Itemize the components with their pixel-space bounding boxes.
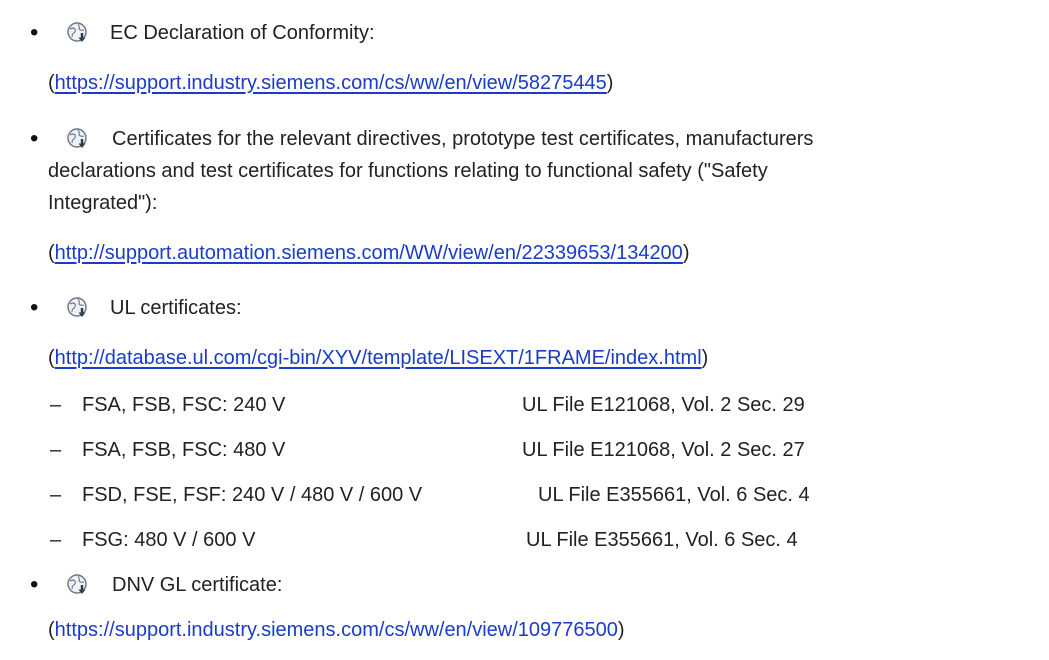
dash: – <box>50 394 62 416</box>
bullet: • <box>30 19 39 46</box>
ul-range: FSD, FSE, FSF: 240 V / 480 V / 600 V <box>82 484 423 506</box>
bullet: • <box>30 125 39 152</box>
ul-range: FSA, FSB, FSC: 480 V <box>82 439 286 461</box>
link-line: (https://support.industry.siemens.com/cs… <box>48 72 614 94</box>
globe-download-icon <box>66 573 90 597</box>
globe-download-icon <box>66 127 90 151</box>
item-label: DNV GL certificate: <box>112 574 283 596</box>
ul-range: FSG: 480 V / 600 V <box>82 529 256 551</box>
globe-download-icon <box>66 21 90 45</box>
link-line: (https://support.industry.siemens.com/cs… <box>48 619 625 641</box>
item-label-line: Integrated"): <box>48 192 158 214</box>
item-label: UL certificates: <box>110 297 242 319</box>
declaration-link[interactable]: https://support.industry.siemens.com/cs/… <box>55 72 607 94</box>
ul-range: FSA, FSB, FSC: 240 V <box>82 394 286 416</box>
link-line: (http://support.automation.siemens.com/W… <box>48 242 690 264</box>
dash: – <box>50 484 62 506</box>
bullet: • <box>30 571 39 598</box>
dnv-gl-link[interactable]: https://support.industry.siemens.com/cs/… <box>55 619 618 641</box>
dash: – <box>50 439 62 461</box>
link-line: (http://database.ul.com/cgi-bin/XYV/temp… <box>48 347 709 369</box>
ul-file: UL File E355661, Vol. 6 Sec. 4 <box>526 529 798 551</box>
ul-file: UL File E355661, Vol. 6 Sec. 4 <box>538 484 810 506</box>
globe-download-icon <box>66 296 90 320</box>
ul-file: UL File E121068, Vol. 2 Sec. 29 <box>522 394 805 416</box>
item-label: EC Declaration of Conformity: <box>110 22 375 44</box>
item-label-line: Certificates for the relevant directives… <box>112 128 814 150</box>
certificates-link[interactable]: http://support.automation.siemens.com/WW… <box>55 242 683 264</box>
bullet: • <box>30 294 39 321</box>
item-label-line: declarations and test certificates for f… <box>48 160 768 182</box>
dash: – <box>50 529 62 551</box>
ul-file: UL File E121068, Vol. 2 Sec. 27 <box>522 439 805 461</box>
ul-database-link[interactable]: http://database.ul.com/cgi-bin/XYV/templ… <box>55 347 702 369</box>
